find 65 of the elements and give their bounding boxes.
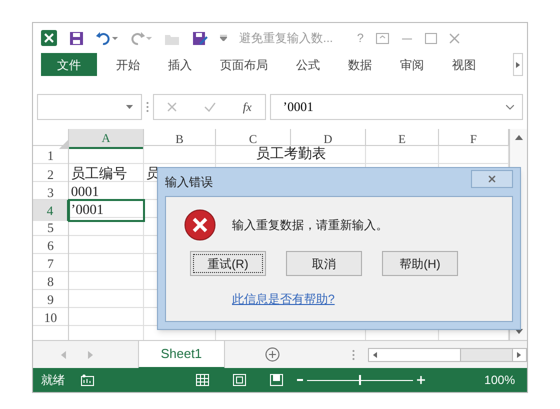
sheet-tab[interactable]: Sheet1 — [138, 340, 225, 368]
dialog-button[interactable]: 帮助(H) — [382, 251, 458, 276]
row-header[interactable]: 10 — [33, 308, 69, 328]
caret-down-icon — [126, 105, 133, 109]
ribbon-tab[interactable]: 公式 — [285, 53, 331, 76]
undo-icon[interactable] — [96, 31, 118, 45]
status-text: 就绪 — [41, 372, 65, 389]
close-icon[interactable] — [448, 32, 460, 44]
dialog-button[interactable]: 取消 — [286, 251, 362, 276]
row-header[interactable]: 9 — [33, 290, 69, 310]
save-icon[interactable] — [69, 30, 84, 46]
row-header[interactable]: 1 — [33, 146, 69, 166]
expand-icon[interactable] — [506, 104, 514, 110]
formula-input[interactable]: ’0001 — [270, 94, 523, 120]
column-header[interactable]: E — [366, 129, 439, 149]
ribbon-tab[interactable]: 开始 — [105, 53, 151, 76]
dropdown-caret-icon[interactable] — [220, 35, 227, 41]
dialog-button[interactable]: 重试(R) — [190, 251, 266, 276]
row-header[interactable]: 7 — [33, 254, 69, 274]
close-icon — [488, 175, 496, 183]
scroll-right-icon[interactable] — [517, 352, 522, 358]
help-link[interactable]: 此信息是否有帮助? — [232, 290, 335, 308]
ribbon-tab[interactable]: 文件 — [41, 53, 97, 76]
zoom-level[interactable]: 100% — [484, 371, 515, 389]
ribbon-display-icon[interactable] — [376, 32, 389, 44]
row-header[interactable]: 2 — [33, 164, 69, 185]
close-button[interactable] — [471, 170, 513, 188]
save-as-icon[interactable] — [192, 30, 208, 46]
ribbon-tab[interactable]: 视图 — [441, 53, 487, 76]
scroll-left-icon[interactable] — [372, 352, 377, 358]
add-sheet-icon[interactable] — [264, 347, 280, 362]
zoom-in-icon[interactable] — [417, 376, 425, 384]
row-header[interactable]: 6 — [33, 236, 69, 256]
ribbon-tab[interactable]: 审阅 — [389, 53, 435, 76]
insert-function-button[interactable]: fx — [242, 98, 252, 116]
scroll-up-icon[interactable] — [514, 135, 522, 140]
ribbon-tab[interactable]: 插入 — [157, 53, 203, 76]
window-title: 避免重复输入数... — [239, 30, 334, 47]
excel-logo-icon[interactable] — [41, 30, 57, 46]
table-cell-text: ’0001 — [70, 202, 104, 220]
column-header[interactable]: B — [144, 129, 216, 149]
macro-record-icon[interactable] — [81, 374, 94, 386]
page-break-icon[interactable] — [270, 374, 283, 386]
table-cell-text: 0001 — [70, 184, 99, 202]
caret-right-icon — [516, 62, 520, 68]
more-icon[interactable] — [352, 348, 355, 360]
ribbon-tab[interactable]: 页面布局 — [209, 53, 279, 76]
horizontal-scrollbar[interactable] — [368, 348, 527, 362]
column-header[interactable]: A — [69, 129, 144, 149]
error-message: 输入重复数据，请重新输入。 — [232, 217, 388, 234]
dialog-title: 输入错误 — [165, 174, 213, 191]
page-layout-icon[interactable] — [233, 374, 246, 386]
more-icon[interactable] — [146, 101, 149, 113]
maximize-icon[interactable] — [424, 32, 437, 44]
scroll-right-button[interactable] — [513, 53, 523, 76]
redo-icon[interactable] — [130, 31, 152, 45]
row-header[interactable]: 5 — [33, 218, 69, 238]
row-header[interactable]: 4 — [33, 200, 69, 221]
zoom-slider[interactable] — [307, 375, 413, 385]
ribbon-tab[interactable]: 数据 — [337, 53, 383, 76]
row-header[interactable]: 8 — [33, 272, 69, 292]
table-cell-text: 员工编号 — [70, 166, 127, 184]
check-icon[interactable] — [204, 102, 216, 112]
error-icon — [184, 209, 216, 241]
normal-view-icon[interactable] — [196, 374, 209, 386]
